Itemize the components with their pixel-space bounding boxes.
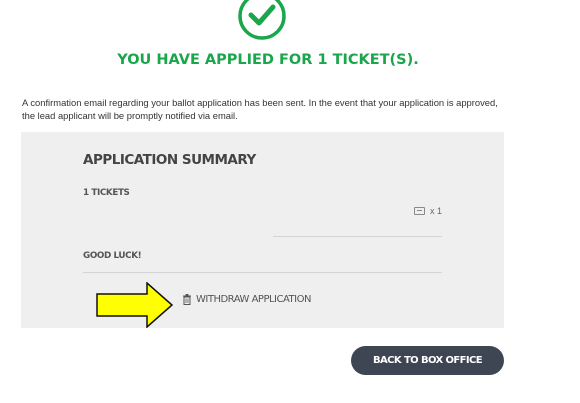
check-circle-icon bbox=[237, 0, 287, 41]
confirmation-message: A confirmation email regarding your ball… bbox=[22, 97, 498, 121]
ticket-quantity-value: x 1 bbox=[430, 206, 443, 216]
good-luck-text: GOOD LUCK! bbox=[83, 251, 142, 261]
confirmation-headline: YOU HAVE APPLIED FOR 1 TICKET(S). bbox=[117, 52, 419, 68]
application-summary-panel: APPLICATION SUMMARY 1 TICKETS x 1 GOOD L… bbox=[21, 132, 504, 328]
ticket-icon bbox=[414, 207, 425, 215]
ticket-quantity: x 1 bbox=[414, 206, 442, 216]
withdraw-application-label: WITHDRAW APPLICATION bbox=[196, 294, 311, 305]
arrow-right-icon bbox=[96, 282, 174, 328]
summary-title: APPLICATION SUMMARY bbox=[83, 152, 256, 168]
tickets-label: 1 TICKETS bbox=[83, 188, 130, 198]
trash-icon bbox=[182, 294, 192, 305]
divider bbox=[273, 236, 442, 237]
withdraw-application-link[interactable]: WITHDRAW APPLICATION bbox=[182, 294, 311, 305]
page: YOU HAVE APPLIED FOR 1 TICKET(S). A conf… bbox=[0, 0, 580, 403]
back-to-box-office-button[interactable]: BACK TO BOX OFFICE bbox=[351, 346, 504, 375]
divider bbox=[83, 272, 442, 273]
